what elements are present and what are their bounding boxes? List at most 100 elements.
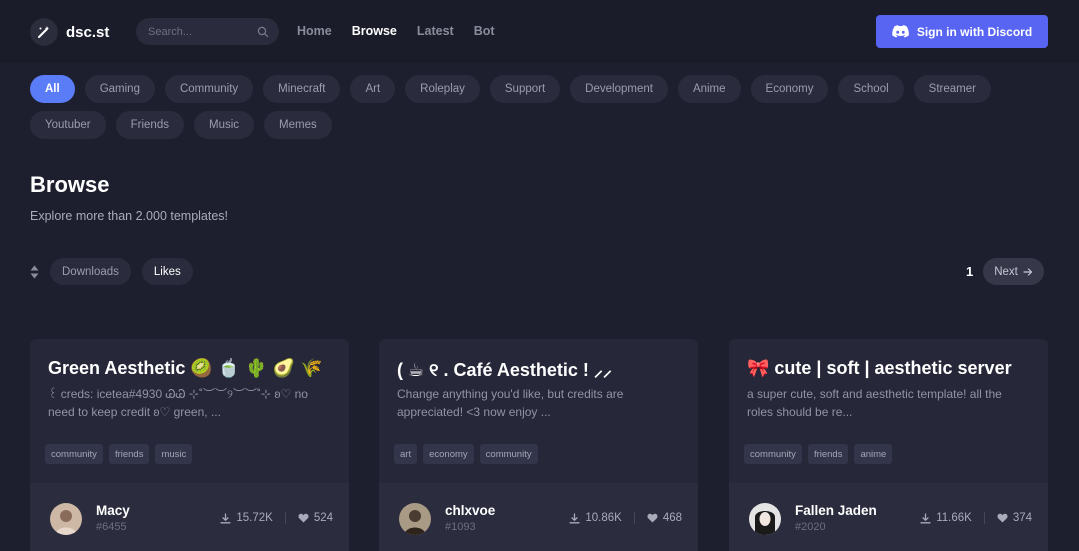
tag[interactable]: community [45,444,103,464]
card-footer: Macy #6455 15.72K 524 [30,483,349,551]
arrow-right-icon [1023,267,1032,276]
tag[interactable]: music [155,444,193,464]
avatar[interactable] [50,503,82,535]
sort-downloads-button[interactable]: Downloads [50,258,131,285]
discord-icon [892,25,909,38]
category-gaming[interactable]: Gaming [84,75,155,103]
author-name[interactable]: chlxvoe [445,503,495,518]
sign-in-label: Sign in with Discord [916,24,1033,39]
template-card[interactable]: ( ☕ ୧ . Café Aesthetic ! ⸝⸝ Change anyth… [379,339,698,551]
author-name[interactable]: Fallen Jaden [795,503,877,518]
main-nav: Home Browse Latest Bot [297,24,515,38]
category-support[interactable]: Support [489,75,561,103]
card-footer: chlxvoe #1093 10.86K 468 [379,483,698,551]
category-streamer[interactable]: Streamer [913,75,991,103]
author-tag: #2020 [795,521,826,533]
category-music[interactable]: Music [193,111,255,139]
card-title[interactable]: 🎀 cute | soft | aesthetic server [747,358,1038,379]
nav-bot[interactable]: Bot [474,24,495,38]
downloads-stat: 10.86K [569,512,622,524]
tag[interactable]: economy [423,444,474,464]
next-label: Next [994,265,1018,278]
divider [983,512,985,524]
pagination: 1 Next [966,258,1044,285]
likes-count: 374 [1012,512,1032,524]
magic-wand-icon [30,18,58,46]
tag[interactable]: art [394,444,418,464]
downloads-count: 10.86K [585,512,622,524]
page-subtitle: Explore more than 2.000 templates! [30,209,229,223]
sort-icon[interactable] [30,265,39,279]
category-friends[interactable]: Friends [115,111,184,139]
logo[interactable]: dsc.st [30,18,109,46]
card-footer: Fallen Jaden #2020 11.66K 374 [729,483,1048,551]
likes-stat[interactable]: 524 [298,512,333,524]
heart-icon [997,513,1008,523]
likes-count: 468 [662,512,682,524]
card-stats: 10.86K 468 [569,512,682,524]
downloads-count: 11.66K [936,512,972,524]
author-tag: #6455 [96,521,127,533]
card-tags: community friends anime [744,444,893,464]
heart-icon [298,513,309,523]
search-icon[interactable] [257,26,269,38]
sort-controls: Downloads Likes [30,258,193,285]
category-anime[interactable]: Anime [677,75,741,103]
downloads-stat: 15.72K [220,512,273,524]
next-page-button[interactable]: Next [983,258,1044,285]
page-title: Browse [30,172,110,197]
nav-latest[interactable]: Latest [417,24,454,38]
card-description: ꒰ creds: icetea#4930 ᏊᏊ ⊹˚︶︶୨︶︶˚⊹ ʚ♡ no … [48,387,308,419]
heart-icon [647,513,658,523]
downloads-stat: 11.66K [920,512,972,524]
card-tags: community friends music [45,444,193,464]
avatar[interactable] [399,503,431,535]
template-card[interactable]: 🎀 cute | soft | aesthetic server a super… [729,339,1048,551]
tag[interactable]: community [479,444,538,464]
category-memes[interactable]: Memes [264,111,332,139]
search-input[interactable] [148,25,257,38]
sign-in-discord-button[interactable]: Sign in with Discord [876,15,1048,48]
author-name[interactable]: Macy [96,503,130,518]
likes-stat[interactable]: 468 [647,512,682,524]
download-icon [220,512,232,523]
card-description: Change anything you'd like, but credits … [397,387,624,419]
downloads-count: 15.72K [236,512,273,524]
card-tags: art economy community [394,444,538,464]
category-economy[interactable]: Economy [750,75,829,103]
search-box[interactable] [136,18,279,45]
category-all[interactable]: All [30,75,75,103]
tag[interactable]: anime [854,444,893,464]
likes-stat[interactable]: 374 [997,512,1032,524]
sort-likes-button[interactable]: Likes [141,258,193,285]
tag[interactable]: community [744,444,802,464]
category-development[interactable]: Development [570,75,668,103]
author-tag: #1093 [445,521,476,533]
avatar[interactable] [749,503,781,535]
current-page[interactable]: 1 [966,264,973,279]
divider [284,512,286,524]
category-art[interactable]: Art [350,75,396,103]
download-icon [569,512,581,523]
category-youtuber[interactable]: Youtuber [30,111,106,139]
tag[interactable]: friends [108,444,150,464]
download-icon [920,512,931,523]
divider [633,512,635,524]
category-community[interactable]: Community [164,75,254,103]
tag[interactable]: friends [807,444,849,464]
nav-home[interactable]: Home [297,24,332,38]
card-title[interactable]: Green Aesthetic 🥝 🍵 🌵 🥑 🌾 [48,358,339,379]
card-stats: 15.72K 524 [220,512,333,524]
category-roleplay[interactable]: Roleplay [405,75,480,103]
card-title[interactable]: ( ☕ ୧ . Café Aesthetic ! ⸝⸝ [397,358,688,382]
category-filter: All Gaming Community Minecraft Art Rolep… [30,75,1030,139]
category-school[interactable]: School [838,75,904,103]
card-description: a super cute, soft and aesthetic templat… [747,387,1002,419]
nav-browse[interactable]: Browse [352,24,397,38]
template-card[interactable]: Green Aesthetic 🥝 🍵 🌵 🥑 🌾 ꒰ creds: icete… [30,339,349,551]
likes-count: 524 [313,512,333,524]
top-header: dsc.st Home Browse Latest Bot Sign in wi… [0,0,1079,63]
category-minecraft[interactable]: Minecraft [263,75,341,103]
app-name: dsc.st [66,23,110,41]
card-stats: 11.66K 374 [920,512,1032,524]
